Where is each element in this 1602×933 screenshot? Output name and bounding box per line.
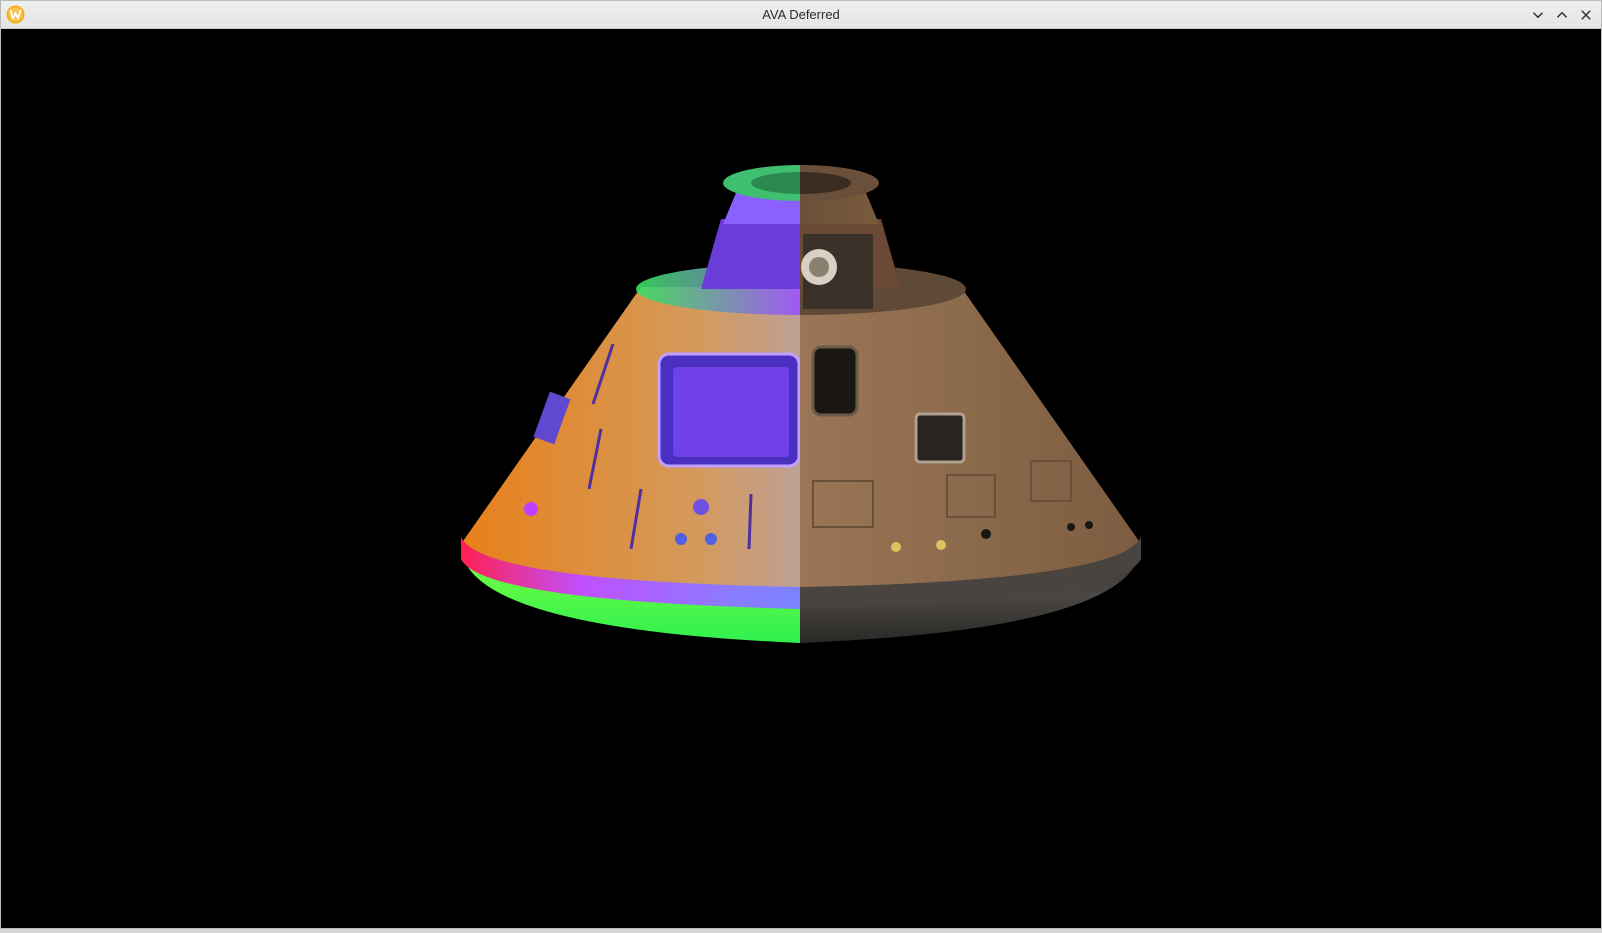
minimize-button[interactable] xyxy=(1527,4,1549,26)
chevron-down-icon xyxy=(1533,12,1543,19)
maximize-button[interactable] xyxy=(1551,4,1573,26)
title-bar[interactable]: AVA Deferred xyxy=(1,1,1601,29)
close-icon xyxy=(1581,10,1591,20)
capsule-model xyxy=(461,165,1141,643)
chevron-up-icon xyxy=(1557,11,1567,18)
render-viewport[interactable] xyxy=(1,29,1601,928)
app-window: AVA Deferred xyxy=(0,0,1602,929)
window-title: AVA Deferred xyxy=(762,7,840,22)
close-button[interactable] xyxy=(1575,4,1597,26)
